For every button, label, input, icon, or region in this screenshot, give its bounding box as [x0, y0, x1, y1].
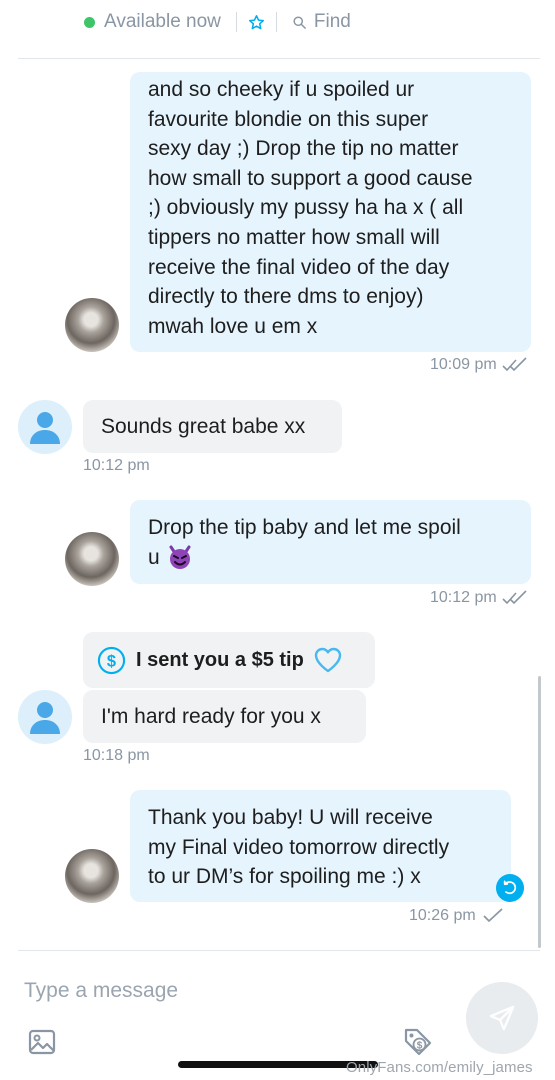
message-line: how small to support a good cause	[148, 166, 473, 190]
double-check-icon	[502, 357, 528, 373]
image-icon	[28, 1028, 56, 1056]
timestamp-text: 10:09 pm	[430, 356, 497, 373]
message-timestamp: 10:09 pm	[430, 356, 528, 374]
message-line: receive the final video of the day	[148, 255, 450, 279]
composer-divider	[18, 950, 540, 951]
price-tag-icon: $	[402, 1026, 434, 1058]
avatar[interactable]	[18, 400, 72, 454]
message-bubble-outgoing[interactable]: and so cheeky if u spoiled ur favourite …	[130, 72, 531, 352]
message-line: ;) obviously my pussy ha ha x ( all	[148, 196, 464, 220]
avatar[interactable]	[65, 298, 119, 352]
message-timestamp: 10:26 pm	[409, 907, 504, 925]
tip-text: I sent you a $5 tip	[136, 648, 304, 671]
message-line: to ur DM’s for spoiling me :) x	[148, 865, 421, 889]
divider	[235, 12, 237, 32]
undo-icon	[502, 880, 518, 896]
message-bubble-incoming[interactable]: I'm hard ready for you x	[83, 690, 366, 743]
message-line: mwah love u em x	[148, 314, 318, 338]
find-button[interactable]: Find	[292, 11, 351, 33]
dollar-icon: $	[97, 646, 126, 675]
message-line: sexy day ;) Drop the tip no matter	[148, 137, 459, 161]
timestamp-text: 10:12 pm	[83, 457, 150, 474]
svg-text:$: $	[417, 1041, 423, 1052]
watermark: OnlyFans.com/emily_james	[346, 1059, 533, 1076]
message-timestamp: 10:18 pm	[83, 747, 150, 765]
message-bubble-outgoing[interactable]: Thank you baby! U will receive my Final …	[130, 790, 511, 902]
scrollbar[interactable]	[538, 676, 541, 948]
message-timestamp: 10:12 pm	[83, 457, 150, 475]
message-text: I'm hard ready for you x	[101, 704, 321, 728]
message-line: tippers no matter how small will	[148, 225, 440, 249]
undo-button[interactable]	[496, 874, 524, 902]
timestamp-text: 10:12 pm	[430, 589, 497, 606]
avatar[interactable]	[65, 849, 119, 903]
heart-icon	[313, 647, 343, 673]
message-input[interactable]: Type a message	[24, 979, 178, 1003]
tip-price-button[interactable]: $	[401, 1025, 435, 1059]
user-icon	[30, 412, 60, 444]
message-bubble-outgoing[interactable]: Drop the tip baby and let me spoil u	[130, 500, 531, 584]
availability-status: Available now	[104, 11, 221, 32]
avatar[interactable]	[18, 690, 72, 744]
devil-emoji	[166, 543, 194, 571]
star-icon[interactable]	[248, 14, 265, 31]
double-check-icon	[502, 590, 528, 606]
message-line: directly to there dms to enjoy)	[148, 285, 424, 309]
message-line: Drop the tip baby and let me spoil	[148, 516, 461, 539]
message-line: my Final video tomorrow directly	[148, 835, 450, 859]
send-icon	[487, 1003, 517, 1033]
message-timestamp: 10:12 pm	[430, 589, 528, 607]
message-line: favourite blondie on this super	[148, 107, 429, 131]
header-divider	[18, 58, 540, 59]
user-icon	[30, 702, 60, 734]
online-dot	[84, 16, 95, 28]
check-icon	[482, 908, 504, 924]
message-text: Sounds great babe xx	[101, 414, 306, 438]
send-button[interactable]	[466, 982, 538, 1054]
message-line: Thank you baby! U will receive	[148, 806, 433, 829]
tip-message[interactable]: $ I sent you a $5 tip	[83, 632, 375, 688]
message-line: u	[148, 545, 160, 569]
message-line: and so cheeky if u spoiled ur	[148, 78, 415, 101]
divider	[275, 12, 277, 32]
media-button[interactable]	[27, 1027, 57, 1057]
timestamp-text: 10:26 pm	[409, 907, 476, 924]
message-bubble-incoming[interactable]: Sounds great babe xx	[83, 400, 342, 453]
find-label: Find	[313, 11, 351, 32]
svg-text:$: $	[107, 652, 116, 670]
avatar[interactable]	[65, 532, 119, 586]
timestamp-text: 10:18 pm	[83, 747, 150, 764]
status-bar: Available now Find	[84, 11, 351, 33]
chat-header: Available now Find	[0, 0, 555, 58]
search-icon	[292, 15, 307, 30]
